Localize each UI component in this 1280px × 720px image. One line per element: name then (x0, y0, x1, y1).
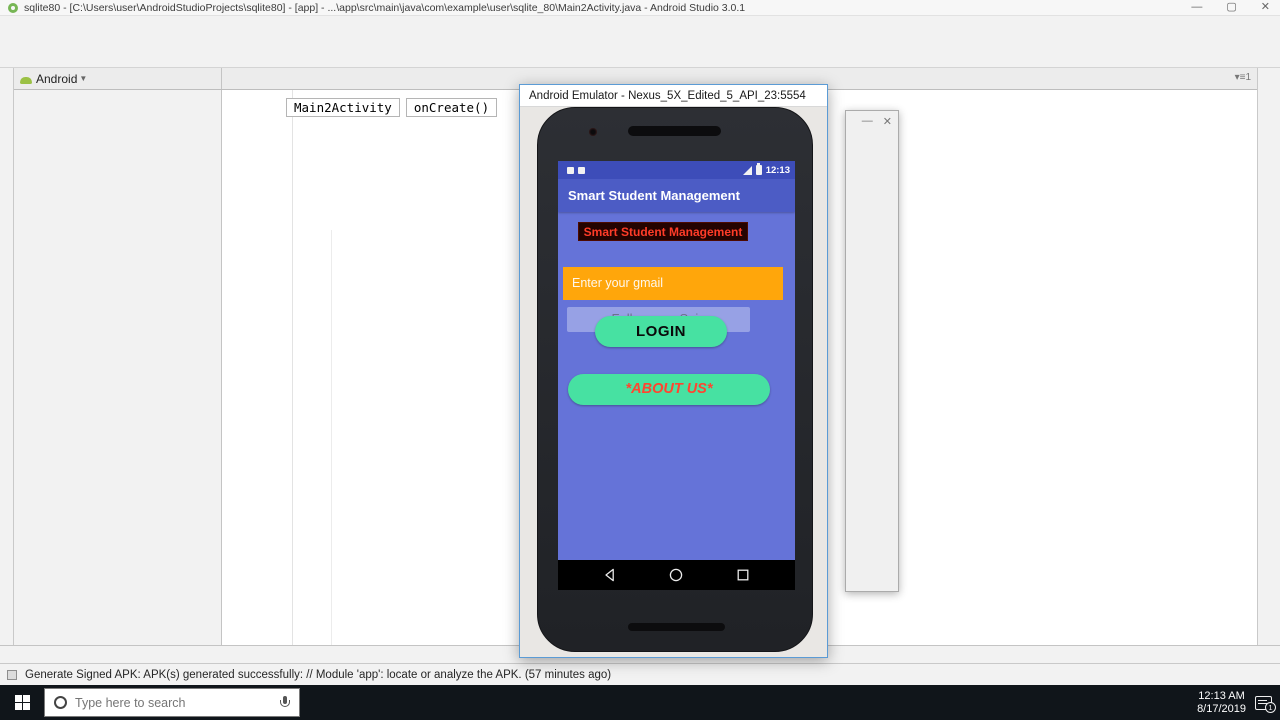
status-message: Generate Signed APK: APK(s) generated su… (25, 669, 611, 681)
phone-speaker (628, 126, 721, 136)
nav-back-icon[interactable] (602, 567, 618, 583)
taskbar-search[interactable] (44, 688, 300, 717)
project-panel-header: Android ▼ (14, 68, 222, 89)
project-tree-panel (14, 90, 222, 645)
window-controls: — ▢ ✕ (1191, 0, 1270, 15)
emulator-minimize-button[interactable]: — (862, 115, 873, 128)
emulator-window: Android Emulator - Nexus_5X_Edited_5_API… (519, 84, 828, 658)
android-studio-logo-icon (8, 3, 18, 13)
app-action-bar: Smart Student Management (558, 179, 795, 212)
phone-device: 12:13 Smart Student Management Full-scre… (537, 107, 813, 652)
emulator-toolbar: — ✕ (845, 110, 899, 592)
windows-logo-icon (15, 695, 30, 710)
editor-context-breadcrumb: Main2Activity onCreate() (286, 98, 497, 117)
clock-time: 12:13 AM (1197, 690, 1246, 703)
system-tray: 12:13 AM 8/17/2019 1 (1188, 690, 1272, 716)
app-heading-label: Smart Student Management (578, 222, 748, 241)
close-button[interactable]: ✕ (1261, 0, 1270, 15)
nav-home-icon[interactable] (668, 567, 684, 583)
battery-icon (756, 165, 762, 175)
status-notification-icon (578, 167, 585, 174)
status-clock: 12:13 (766, 165, 790, 176)
emulator-title: Android Emulator - Nexus_5X_Edited_5_API… (529, 90, 806, 102)
taskbar-clock[interactable]: 12:13 AM 8/17/2019 (1197, 690, 1246, 716)
emulator-close-button[interactable]: ✕ (883, 115, 892, 128)
emulator-title-bar[interactable]: Android Emulator - Nexus_5X_Edited_5_API… (520, 85, 827, 107)
chevron-down-icon: ▼ (79, 74, 87, 83)
phone-bottom-speaker (628, 623, 725, 631)
window-title: sqlite80 - [C:\Users\user\AndroidStudioP… (24, 2, 745, 14)
android-icon (20, 77, 32, 84)
tab-list-button[interactable]: ▾≡1 (1235, 72, 1251, 83)
bre adcrumb-method[interactable]: onCreate() (406, 98, 497, 117)
action-center-icon[interactable]: 1 (1255, 696, 1272, 710)
signal-icon (743, 166, 752, 175)
toggle-toolwindows-icon[interactable] (7, 670, 17, 680)
phone-screen: 12:13 Smart Student Management Full-scre… (558, 161, 795, 590)
notification-badge: 1 (1265, 702, 1276, 713)
windows-taskbar: 12:13 AM 8/17/2019 1 (0, 685, 1280, 720)
login-button[interactable]: LOGIN (595, 316, 727, 347)
start-button[interactable] (0, 685, 44, 720)
menu-bar (0, 16, 1280, 42)
main-toolbar (0, 42, 1280, 68)
clock-date: 8/17/2019 (1197, 703, 1246, 716)
minimize-button[interactable]: — (1191, 0, 1202, 15)
android-nav-bar (558, 560, 795, 590)
indent-guide (331, 230, 332, 645)
breadcrumb-class[interactable]: Main2Activity (286, 98, 400, 117)
search-input[interactable] (75, 696, 280, 710)
right-tool-strip (1257, 68, 1280, 645)
email-field[interactable]: Enter your gmail (563, 267, 783, 300)
left-tool-strip (0, 68, 14, 645)
app-title: Smart Student Management (568, 188, 740, 203)
nav-recents-icon[interactable] (735, 567, 751, 583)
status-notification-icon (567, 167, 574, 174)
phone-camera-icon (589, 128, 597, 136)
cortana-icon (54, 696, 67, 709)
title-bar: sqlite80 - [C:\Users\user\AndroidStudioP… (0, 0, 1280, 16)
status-bar: Generate Signed APK: APK(s) generated su… (0, 663, 1280, 685)
maximize-button[interactable]: ▢ (1226, 0, 1236, 15)
gutter-separator (292, 90, 293, 645)
about-us-button[interactable]: *ABOUT US* (568, 374, 770, 405)
project-view-selector[interactable]: Android (36, 72, 77, 86)
android-status-bar: 12:13 (558, 161, 795, 179)
microphone-icon[interactable] (280, 696, 289, 709)
